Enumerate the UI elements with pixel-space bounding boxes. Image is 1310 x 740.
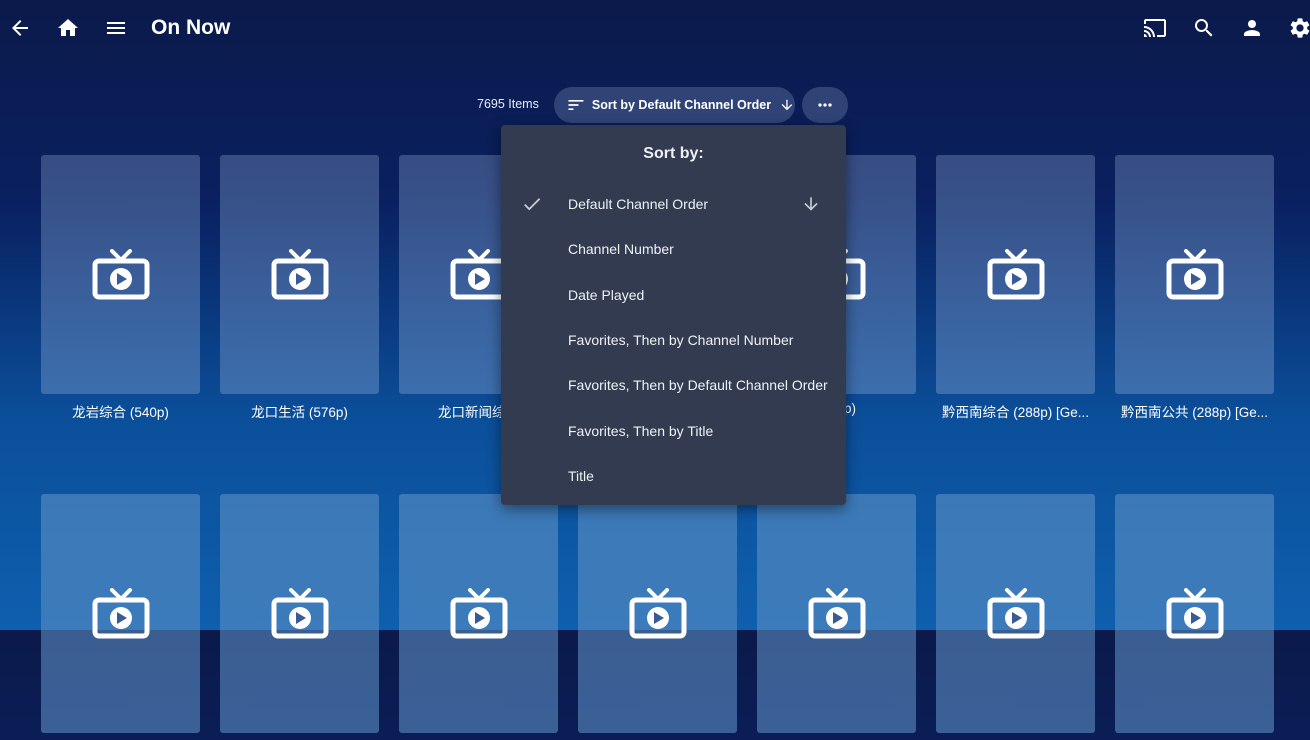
- back-button[interactable]: [0, 8, 40, 48]
- channel-title[interactable]: 黔西南综合 (288p) [Ge...: [936, 401, 1095, 421]
- sort-option[interactable]: Title: [501, 455, 846, 499]
- channel-card[interactable]: [399, 494, 558, 740]
- sort-option[interactable]: Favorites, Then by Channel Number: [501, 319, 846, 363]
- search-icon: [1195, 19, 1213, 37]
- sort-menu: Sort by: Default Channel Order Channel Nu…: [501, 125, 846, 505]
- list-toolbar: 7695 Items Sort by Default Channel Order: [0, 87, 1310, 123]
- sort-option[interactable]: Date Played: [501, 274, 846, 318]
- more-options-button[interactable]: [802, 87, 848, 123]
- sort-option-label: Favorites, Then by Title: [568, 422, 714, 439]
- check-icon: [524, 198, 541, 211]
- channel-card[interactable]: [936, 494, 1095, 740]
- live-tv-icon: [271, 248, 328, 299]
- live-tv-icon: [450, 587, 507, 638]
- channel-poster[interactable]: [220, 155, 379, 394]
- sort-option[interactable]: Default Channel Order: [501, 183, 846, 227]
- sort-option-label: Title: [568, 467, 594, 484]
- live-tv-icon: [92, 248, 149, 299]
- sort-option[interactable]: Channel Number: [501, 228, 846, 272]
- home-button[interactable]: [48, 8, 88, 48]
- channel-card[interactable]: 黔西南公共 (288p) [Ge...: [1115, 155, 1274, 421]
- channel-poster[interactable]: [578, 494, 737, 733]
- cast-icon: [1144, 19, 1166, 37]
- channel-card[interactable]: 龙口生活 (576p): [220, 155, 379, 421]
- back-arrow-icon: [12, 20, 28, 36]
- user-button[interactable]: [1232, 8, 1272, 48]
- live-tv-icon: [629, 587, 686, 638]
- sort-option-label: Channel Number: [568, 241, 674, 258]
- sort-option[interactable]: Favorites, Then by Title: [501, 410, 846, 454]
- live-tv-icon: [92, 587, 149, 638]
- sort-option-label: Date Played: [568, 286, 645, 303]
- channel-poster[interactable]: [1115, 494, 1274, 733]
- live-tv-icon: [271, 587, 328, 638]
- arrow-down-icon: [781, 99, 793, 111]
- user-icon: [1244, 20, 1260, 36]
- sort-option-label: Favorites, Then by Default Channel Order: [568, 377, 828, 394]
- main-menu-button[interactable]: [96, 8, 136, 48]
- live-tv-icon: [987, 248, 1044, 299]
- live-tv-icon: [1166, 248, 1223, 299]
- channel-card[interactable]: [220, 494, 379, 740]
- channel-poster[interactable]: [757, 494, 916, 733]
- channel-poster[interactable]: [936, 155, 1095, 394]
- channel-card[interactable]: [1115, 494, 1274, 740]
- sort-icon: [568, 100, 584, 110]
- sort-button[interactable]: Sort by Default Channel Order: [554, 87, 795, 123]
- live-tv-icon: [987, 587, 1044, 638]
- top-app-bar: On Now: [0, 0, 1310, 56]
- channel-title[interactable]: 龙岩综合 (540p): [41, 401, 200, 421]
- home-icon: [58, 19, 78, 36]
- cast-button[interactable]: [1135, 8, 1175, 48]
- channel-card[interactable]: [41, 494, 200, 740]
- channel-poster[interactable]: [399, 494, 558, 733]
- settings-icon: [1290, 18, 1310, 38]
- sort-option-label: Default Channel Order: [568, 196, 709, 212]
- menu-icon: [107, 22, 125, 34]
- live-tv-icon: [450, 248, 507, 299]
- channel-title[interactable]: 龙口生活 (576p): [220, 401, 379, 421]
- search-button[interactable]: [1184, 8, 1224, 48]
- more-horizontal-icon: [818, 103, 832, 107]
- live-tv-icon: [808, 587, 865, 638]
- channel-card[interactable]: 龙岩综合 (540p): [41, 155, 200, 421]
- arrow-down-icon: [804, 197, 818, 211]
- sort-option-label: Favorites, Then by Channel Number: [568, 331, 794, 348]
- settings-button[interactable]: [1280, 8, 1310, 48]
- channel-poster[interactable]: [41, 494, 200, 733]
- channel-poster[interactable]: [41, 155, 200, 394]
- live-tv-icon: [1166, 587, 1223, 638]
- sort-option[interactable]: Favorites, Then by Default Channel Order: [501, 364, 846, 408]
- channel-card[interactable]: [578, 494, 737, 740]
- channel-poster[interactable]: [936, 494, 1095, 733]
- sort-button-label: Sort by Default Channel Order: [591, 98, 772, 112]
- item-count: 7695 Items: [477, 97, 539, 111]
- channel-title[interactable]: 黔西南公共 (288p) [Ge...: [1115, 401, 1274, 421]
- channel-card[interactable]: [757, 494, 916, 740]
- sort-menu-title: Sort by:: [643, 145, 704, 162]
- channel-poster[interactable]: [220, 494, 379, 733]
- channel-card[interactable]: 黔西南综合 (288p) [Ge...: [936, 155, 1095, 421]
- channel-poster[interactable]: [1115, 155, 1274, 394]
- page-title: On Now: [151, 16, 231, 39]
